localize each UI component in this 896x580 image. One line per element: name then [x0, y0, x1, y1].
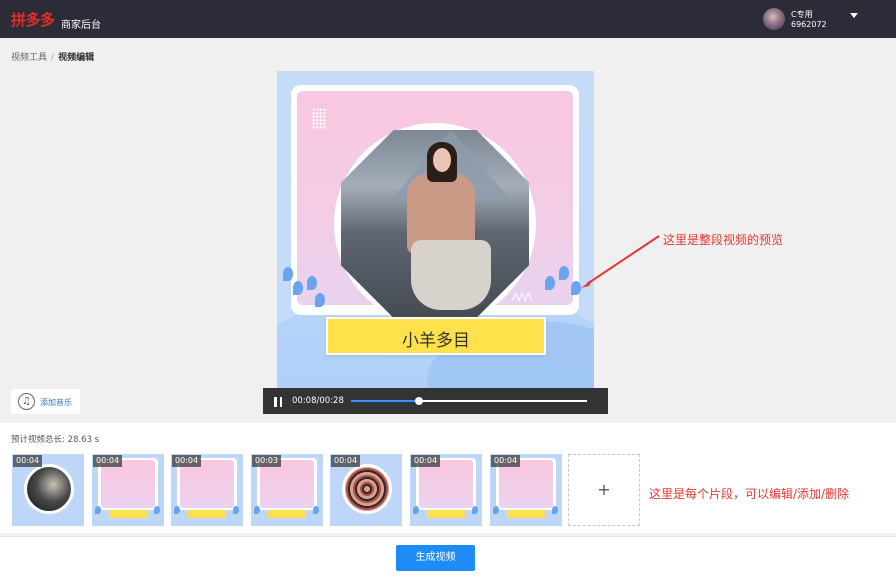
add-music-button[interactable]: ♫ 添加音乐	[11, 389, 80, 414]
zigzag-decoration: ⋀⋀⋀	[512, 292, 532, 302]
clip-title-bar	[268, 510, 306, 518]
clips-annotation: 这里是每个片段，可以编辑/添加/删除	[649, 487, 850, 501]
progress-track[interactable]	[351, 397, 587, 405]
video-title-box[interactable]: 小羊多目	[326, 317, 546, 355]
clip-title-bar	[188, 510, 226, 518]
clip-duration: 00:04	[411, 455, 441, 467]
leaf-icon	[559, 266, 569, 280]
preview-annotation: 这里是整段视频的预览	[663, 233, 784, 247]
leaf-icon	[293, 281, 303, 295]
leaf-icon	[95, 506, 101, 514]
dots-decoration	[312, 108, 326, 130]
breadcrumb-parent[interactable]: 视频工具	[11, 53, 47, 63]
clip-photo	[24, 464, 74, 514]
breadcrumb-separator: /	[51, 53, 55, 63]
leaf-icon	[174, 506, 180, 514]
leaf-icon	[154, 506, 160, 514]
leaf-icon	[307, 276, 317, 290]
brand-logo[interactable]: 拼多多	[11, 9, 55, 30]
leaf-icon	[313, 506, 319, 514]
top-header: 拼多多 商家后台 C专用 6962072	[0, 0, 896, 38]
clip-duration: 00:04	[331, 455, 361, 467]
clip-duration: 00:04	[13, 455, 43, 467]
person-skirt	[411, 240, 491, 310]
annotation-arrow	[581, 235, 660, 288]
clip-thumbnail[interactable]: 00:04	[12, 454, 84, 526]
leaf-icon	[315, 293, 325, 307]
clip-thumbnail[interactable]: 00:04	[92, 454, 164, 526]
brand-subtitle: 商家后台	[61, 20, 101, 31]
clip-title-bar	[109, 510, 147, 518]
clip-duration: 00:04	[93, 455, 123, 467]
player-time: 00:08/00:28	[292, 396, 344, 406]
add-clip-button[interactable]: +	[568, 454, 640, 526]
clip-pink	[260, 460, 314, 508]
leaf-icon	[254, 506, 260, 514]
breadcrumb: 视频工具 / 视频编辑	[11, 50, 94, 63]
progress-fill	[351, 400, 420, 402]
avatar[interactable]	[763, 8, 785, 30]
player-bar: 00:08/00:28	[263, 388, 608, 414]
pause-icon[interactable]	[274, 397, 282, 407]
plus-icon: +	[597, 480, 611, 499]
leaf-icon	[545, 276, 555, 290]
person-face	[433, 148, 451, 172]
music-note-icon: ♫	[18, 393, 35, 410]
progress-thumb[interactable]	[415, 397, 424, 405]
clip-thumbnail[interactable]: 00:04	[330, 454, 402, 526]
user-name[interactable]: C专用	[791, 9, 813, 20]
clip-duration: 00:03	[252, 455, 282, 467]
user-id[interactable]: 6962072	[791, 20, 827, 29]
generate-video-button[interactable]: 生成视频	[396, 545, 475, 571]
clip-duration: 00:04	[491, 455, 521, 467]
leaf-icon	[283, 267, 293, 281]
clip-pink	[419, 460, 473, 508]
add-music-label: 添加音乐	[40, 398, 72, 407]
video-preview[interactable]: ⋀⋀⋀ 小羊多目	[277, 71, 594, 388]
video-title: 小羊多目	[402, 331, 470, 351]
preview-photo	[341, 130, 529, 318]
leaf-icon	[233, 506, 239, 514]
chevron-down-icon[interactable]	[850, 13, 858, 18]
leaf-icon	[493, 506, 499, 514]
clip-thumbnail[interactable]: 00:04	[490, 454, 562, 526]
leaf-icon	[472, 506, 478, 514]
clip-title-bar	[427, 510, 465, 518]
clip-pink	[101, 460, 155, 508]
clip-duration: 00:04	[172, 455, 202, 467]
clip-thumbnail[interactable]: 00:04	[410, 454, 482, 526]
total-duration: 预计视频总长: 28.63 s	[11, 435, 100, 445]
leaf-icon	[413, 506, 419, 514]
clip-title-bar	[507, 510, 545, 518]
clip-thumbnail[interactable]: 00:03	[251, 454, 323, 526]
clip-pink	[499, 460, 553, 508]
clip-pink	[180, 460, 234, 508]
clip-photo	[342, 464, 392, 514]
breadcrumb-current: 视频编辑	[58, 53, 95, 63]
leaf-icon	[552, 506, 558, 514]
clip-thumbnail[interactable]: 00:04	[171, 454, 243, 526]
